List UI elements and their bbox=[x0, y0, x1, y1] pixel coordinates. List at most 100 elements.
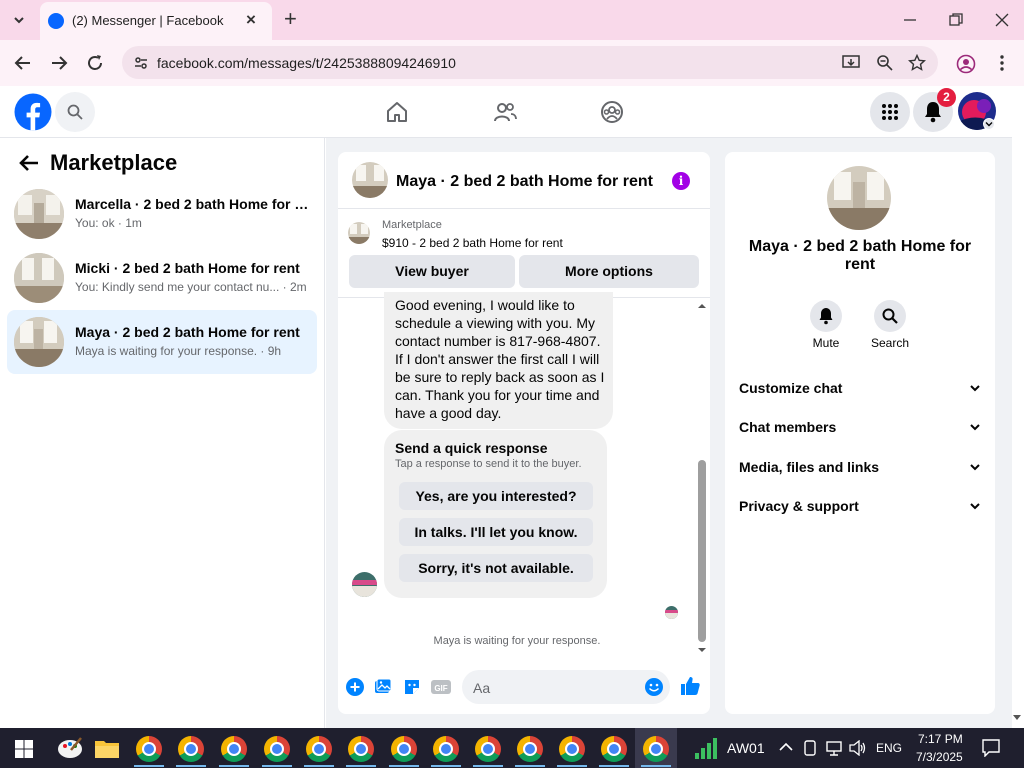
chrome-taskbar-icon[interactable] bbox=[348, 736, 374, 762]
device-icon[interactable] bbox=[803, 740, 817, 756]
info-icon[interactable]: i bbox=[672, 172, 690, 190]
seen-receipt-avatar bbox=[665, 606, 678, 619]
reload-icon[interactable] bbox=[86, 54, 104, 72]
address-bar[interactable]: facebook.com/messages/t/2425388809424691… bbox=[122, 46, 938, 79]
bookmark-star-icon[interactable] bbox=[908, 54, 926, 72]
section-privacy-support[interactable]: Privacy & support bbox=[739, 496, 983, 518]
view-buyer-button[interactable]: View buyer bbox=[349, 255, 515, 288]
taskbar-running-indicator bbox=[515, 765, 545, 767]
marketplace-sidebar: Marketplace Marcella · 2 bed 2 bath Home… bbox=[0, 138, 325, 728]
incoming-message-bubble[interactable]: Good evening, I would like to schedule a… bbox=[384, 292, 613, 429]
mute-button[interactable] bbox=[810, 300, 842, 332]
chevron-down-icon bbox=[970, 464, 980, 471]
browser-menu-icon[interactable] bbox=[997, 54, 1007, 72]
clock-date[interactable]: 7/3/2025 bbox=[916, 750, 963, 764]
conversation-item-active[interactable]: Maya · 2 bed 2 bath Home for rent Maya i… bbox=[7, 310, 317, 374]
notifications-button[interactable]: 2 bbox=[913, 88, 956, 132]
home-icon[interactable] bbox=[385, 100, 409, 124]
windows-taskbar: AW01 ENG 7:17 PM 7/3/2025 bbox=[0, 728, 1024, 768]
clock-time[interactable]: 7:17 PM bbox=[918, 732, 963, 746]
browser-tab[interactable]: (2) Messenger | Facebook × bbox=[40, 2, 272, 40]
minimize-icon[interactable] bbox=[902, 12, 918, 28]
info-title: Maya · 2 bed 2 bath Home for rent bbox=[748, 238, 972, 273]
volume-icon[interactable] bbox=[849, 740, 867, 756]
sticker-icon[interactable] bbox=[403, 678, 421, 696]
avatar bbox=[14, 317, 64, 367]
room-photo-icon bbox=[827, 166, 891, 230]
chat-scrollbar[interactable] bbox=[696, 302, 708, 654]
chrome-taskbar-icon[interactable] bbox=[136, 736, 162, 762]
paint-app-icon[interactable] bbox=[57, 736, 83, 760]
bell-icon bbox=[819, 308, 833, 325]
profile-icon[interactable] bbox=[956, 54, 976, 74]
section-customize-chat[interactable]: Customize chat bbox=[739, 378, 983, 400]
sender-avatar[interactable] bbox=[352, 572, 377, 597]
chat-title[interactable]: Maya · 2 bed 2 bath Home for rent bbox=[396, 173, 653, 191]
close-window-icon[interactable] bbox=[994, 12, 1010, 28]
chrome-taskbar-icon[interactable] bbox=[391, 736, 417, 762]
menu-button[interactable] bbox=[870, 92, 910, 132]
zoom-icon[interactable] bbox=[876, 54, 894, 72]
plus-circle-icon[interactable] bbox=[346, 678, 364, 696]
thumbs-up-icon[interactable] bbox=[679, 675, 701, 697]
windows-start-icon[interactable] bbox=[15, 740, 33, 758]
network-connection-icon[interactable] bbox=[826, 740, 842, 756]
quick-response-button[interactable]: Yes, are you interested? bbox=[399, 482, 593, 510]
tab-search-icon[interactable] bbox=[12, 13, 26, 27]
chrome-taskbar-icon-active[interactable] bbox=[643, 736, 669, 762]
chat-avatar[interactable] bbox=[352, 162, 388, 198]
groups-icon[interactable] bbox=[600, 100, 624, 124]
message-composer: GIF Aa bbox=[338, 670, 710, 714]
restore-icon[interactable] bbox=[948, 12, 964, 28]
chrome-taskbar-icon[interactable] bbox=[433, 736, 459, 762]
listing-thumbnail[interactable] bbox=[348, 222, 370, 244]
install-app-icon[interactable] bbox=[842, 54, 860, 72]
facebook-logo-icon[interactable] bbox=[14, 93, 52, 131]
photo-icon[interactable] bbox=[374, 678, 392, 696]
chrome-taskbar-icon[interactable] bbox=[601, 736, 627, 762]
listing-price[interactable]: $910 - 2 bed 2 bath Home for rent bbox=[382, 236, 563, 250]
forward-arrow-icon[interactable] bbox=[50, 54, 68, 72]
quick-response-button[interactable]: Sorry, it's not available. bbox=[399, 554, 593, 582]
conversation-item[interactable]: Micki · 2 bed 2 bath Home for rent You: … bbox=[7, 246, 317, 310]
section-chat-members[interactable]: Chat members bbox=[739, 417, 983, 439]
close-tab-icon[interactable]: × bbox=[246, 11, 256, 28]
chrome-taskbar-icon[interactable] bbox=[306, 736, 332, 762]
more-options-button[interactable]: More options bbox=[519, 255, 699, 288]
quick-response-button[interactable]: In talks. I'll let you know. bbox=[399, 518, 593, 546]
conversation-item[interactable]: Marcella · 2 bed 2 bath Home for r... Yo… bbox=[7, 182, 317, 246]
room-photo-icon bbox=[348, 222, 370, 244]
friends-icon[interactable] bbox=[493, 100, 517, 124]
chrome-taskbar-icon[interactable] bbox=[178, 736, 204, 762]
emoji-icon[interactable] bbox=[644, 677, 664, 697]
gif-icon[interactable]: GIF bbox=[431, 678, 451, 696]
show-hidden-icons-chevron-icon[interactable] bbox=[779, 742, 793, 752]
taskbar-running-indicator bbox=[599, 765, 629, 767]
chrome-taskbar-icon[interactable] bbox=[264, 736, 290, 762]
search-conversation-button[interactable] bbox=[874, 300, 906, 332]
avatar bbox=[14, 253, 64, 303]
back-arrow-icon[interactable] bbox=[19, 154, 39, 172]
message-input-placeholder: Aa bbox=[473, 680, 491, 696]
chrome-taskbar-icon[interactable] bbox=[559, 736, 585, 762]
section-label: Customize chat bbox=[739, 380, 843, 396]
search-icon bbox=[882, 308, 898, 324]
language-indicator[interactable]: ENG bbox=[876, 741, 902, 755]
chrome-taskbar-icon[interactable] bbox=[517, 736, 543, 762]
message-input[interactable]: Aa bbox=[462, 670, 670, 704]
file-explorer-icon[interactable] bbox=[95, 738, 119, 758]
page-scroll-down-icon[interactable] bbox=[1012, 712, 1022, 722]
account-menu-chevron-icon[interactable] bbox=[983, 118, 995, 130]
new-tab-button[interactable]: + bbox=[284, 8, 297, 30]
notification-center-icon[interactable] bbox=[982, 739, 1000, 757]
site-info-icon[interactable] bbox=[133, 55, 149, 71]
chrome-taskbar-icon[interactable] bbox=[475, 736, 501, 762]
facebook-search-button[interactable] bbox=[55, 92, 95, 132]
network-signal-icon[interactable] bbox=[694, 737, 718, 759]
section-media-files-links[interactable]: Media, files and links bbox=[739, 457, 983, 479]
back-arrow-icon[interactable] bbox=[14, 54, 32, 72]
info-avatar[interactable] bbox=[827, 166, 891, 230]
room-photo-icon bbox=[14, 189, 64, 239]
room-photo-icon bbox=[14, 253, 64, 303]
chrome-taskbar-icon[interactable] bbox=[221, 736, 247, 762]
